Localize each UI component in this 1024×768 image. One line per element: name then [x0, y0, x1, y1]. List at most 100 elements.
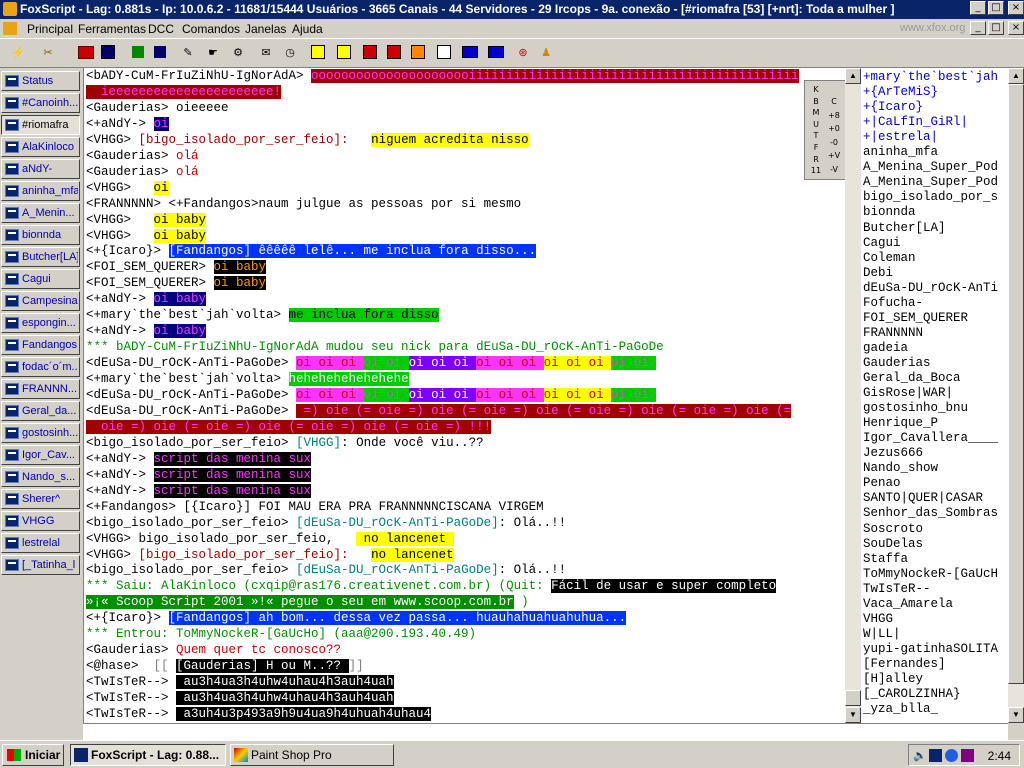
nick-item[interactable]: SouDelas: [863, 537, 923, 552]
window-tab-18[interactable]: Nando_s...: [1, 467, 80, 487]
nick-item[interactable]: aninha_mfa: [863, 145, 938, 160]
nick-item[interactable]: [_CAROLZINHA}: [863, 687, 961, 702]
style-button-right-1[interactable]: +8: [825, 109, 843, 122]
nick-item[interactable]: Debi: [863, 266, 893, 281]
nick-item[interactable]: Jezus666: [863, 446, 923, 461]
chat-area[interactable]: <bADY-CuM-FrIuZiNhU-IgNorAdA> oooooooooo…: [83, 68, 846, 723]
nick-item[interactable]: Nando_show: [863, 461, 938, 476]
window-tab-8[interactable]: Butcher[LA]: [1, 247, 80, 267]
menu-ferramentas[interactable]: Ferramentas: [78, 22, 146, 36]
nick-item[interactable]: VHGG: [863, 612, 893, 627]
clock-icon[interactable]: ◷: [282, 44, 298, 60]
nick-item[interactable]: GisRose|WAR|: [863, 386, 953, 401]
nick-item[interactable]: Cagui: [863, 236, 901, 251]
nick-scroll-thumb[interactable]: [1008, 84, 1024, 684]
dcc-chat-icon[interactable]: ⚙: [230, 44, 246, 60]
window-tab-5[interactable]: aninha_mfa: [1, 181, 80, 201]
window-tab-1[interactable]: #Canoinh...: [1, 93, 80, 113]
window-tab-10[interactable]: Campesina: [1, 291, 80, 311]
nick-item[interactable]: +{Icaro}: [863, 100, 923, 115]
task-paint-shop-pro[interactable]: Paint Shop Pro: [230, 744, 394, 766]
nick-scroll-up-arrow-icon[interactable]: ▲: [1008, 68, 1024, 84]
menu-principal[interactable]: Principal: [27, 22, 73, 36]
scripts-icon[interactable]: [152, 44, 168, 60]
window-tab-7[interactable]: bionnda: [1, 225, 80, 245]
icons-icon[interactable]: [410, 44, 426, 60]
nick-item[interactable]: bionnda: [863, 205, 916, 220]
nick-item[interactable]: +|estrela|: [863, 130, 938, 145]
nick-item[interactable]: ToMmyNockeR-[GaUcH: [863, 567, 998, 582]
app-fox-icon[interactable]: [3, 2, 17, 16]
nick-item[interactable]: gadeia: [863, 341, 908, 356]
window-tab-6[interactable]: A_Menin...: [1, 203, 80, 223]
style-button-left-7[interactable]: 11: [807, 164, 825, 177]
colors-icon[interactable]: [336, 44, 352, 60]
window-tab-0[interactable]: Status: [1, 71, 80, 91]
menu-fox-icon[interactable]: [3, 22, 17, 35]
nick-item[interactable]: yupi-gatinhaSOLITA: [863, 642, 998, 657]
nick-item[interactable]: Gauderias: [863, 356, 931, 371]
nick-item[interactable]: A_Menina_Super_Pod: [863, 175, 998, 190]
volume-icon[interactable]: 🔈: [913, 749, 927, 762]
style-button-right-5[interactable]: -V: [825, 163, 843, 176]
style-button-right-4[interactable]: +V: [825, 149, 843, 162]
nicklist-scrollbar[interactable]: ▲ ▼: [1008, 68, 1024, 723]
window-tab-20[interactable]: VHGG: [1, 511, 80, 531]
window-tab-9[interactable]: Cagui: [1, 269, 80, 289]
window-tab-15[interactable]: Geral_da...: [1, 401, 80, 421]
tile-icon[interactable]: [488, 44, 504, 60]
nick-item[interactable]: bigo_isolado_por_s: [863, 190, 998, 205]
nick-item[interactable]: FOI_SEM_QUERER: [863, 311, 968, 326]
chat-scrollbar[interactable]: ▲ ▼: [845, 68, 861, 723]
disconnect-icon[interactable]: ✂: [40, 44, 56, 60]
window-tab-16[interactable]: gostosinh...: [1, 423, 80, 443]
window-tab-11[interactable]: espongin...: [1, 313, 80, 333]
nick-item[interactable]: A_Menina_Super_Pod: [863, 160, 998, 175]
nick-item[interactable]: +{ArTeMiS}: [863, 85, 938, 100]
nick-item[interactable]: Fofucha-: [863, 296, 923, 311]
scroll-up-arrow-icon[interactable]: ▲: [845, 68, 861, 84]
nick-item[interactable]: Geral_da_Boca: [863, 371, 961, 386]
nick-scroll-down-arrow-icon[interactable]: ▼: [1008, 707, 1024, 723]
nick-item[interactable]: Senhor_das_Sombras: [863, 506, 998, 521]
nick-item[interactable]: [Fernandes]: [863, 657, 946, 672]
nick-item[interactable]: Penao: [863, 476, 901, 491]
window-tab-2[interactable]: #riomafra: [1, 115, 80, 135]
nick-item[interactable]: Butcher[LA]: [863, 221, 946, 236]
info-icon[interactable]: ♟: [538, 44, 554, 60]
nick-list[interactable]: +mary`the`best`jah +{ArTeMiS} +{Icaro} +|Ca…: [861, 68, 1008, 723]
options-icon[interactable]: [78, 44, 94, 60]
nick-item[interactable]: Henrique_P: [863, 416, 938, 431]
tray-app-icon-3[interactable]: [961, 749, 974, 762]
cascade-icon[interactable]: [462, 44, 478, 60]
menu-janelas[interactable]: Janelas: [245, 22, 286, 36]
nick-item[interactable]: TwIsTeR--: [863, 582, 931, 597]
mdi-minimize-button[interactable]: _: [970, 21, 986, 35]
menu-comandos[interactable]: Comandos: [182, 22, 240, 36]
nick-item[interactable]: Igor_Cavallera____: [863, 431, 998, 446]
channel-list-icon[interactable]: [100, 44, 116, 60]
close-button[interactable]: ×: [1008, 1, 1024, 15]
nick-item[interactable]: +mary`the`best`jah: [863, 70, 998, 85]
window-tab-19[interactable]: Sherer^: [1, 489, 80, 509]
menu-dcc[interactable]: DCC: [148, 22, 174, 36]
window-tab-17[interactable]: Igor_Cav...: [1, 445, 80, 465]
mdi-restore-button[interactable]: □: [988, 21, 1004, 35]
scroll-thumb[interactable]: [845, 690, 861, 706]
window-tab-21[interactable]: lestrelal: [1, 533, 80, 553]
tray-app-icon-2[interactable]: [945, 749, 958, 762]
help-lifebuoy-icon[interactable]: ⊛: [515, 44, 531, 60]
maximize-button[interactable]: □: [988, 1, 1004, 15]
nick-item[interactable]: Coleman: [863, 251, 916, 266]
window-tab-4[interactable]: aNdY-: [1, 159, 80, 179]
dcc-send-icon[interactable]: ☛: [205, 44, 221, 60]
nick-item[interactable]: _yza_blla_: [863, 702, 938, 717]
notify-icon[interactable]: ✉: [258, 44, 274, 60]
nick-item[interactable]: Vaca_Amarela: [863, 597, 953, 612]
nick-item[interactable]: FRANNNNN: [863, 326, 923, 341]
connect-icon[interactable]: ⚡: [10, 44, 26, 60]
nick-item[interactable]: dEuSa-DU_rOcK-AnTi: [863, 281, 998, 296]
window-tab-13[interactable]: fodac´o´m...: [1, 357, 80, 377]
away-icon[interactable]: [386, 44, 402, 60]
message-input[interactable]: [83, 723, 1008, 740]
